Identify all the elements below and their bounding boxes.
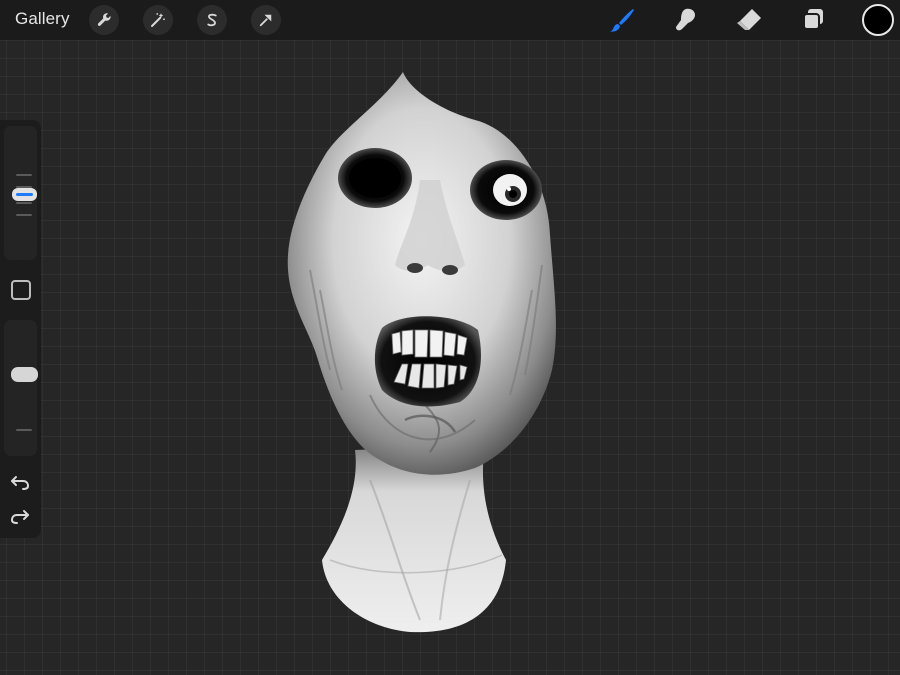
redo-button[interactable] (9, 506, 31, 526)
left-sidebar (0, 120, 41, 538)
undo-icon (11, 476, 30, 490)
magic-wand-icon (151, 13, 165, 27)
opacity-slider[interactable] (4, 320, 38, 456)
eraser-tool-button[interactable] (733, 4, 765, 36)
transform-button[interactable] (251, 5, 281, 35)
actions-button[interactable] (89, 5, 119, 35)
smudge-tool-button[interactable] (670, 4, 702, 36)
arrow-cursor-icon (259, 14, 272, 27)
gallery-button[interactable]: Gallery (15, 9, 70, 29)
brush-size-thumb[interactable] (12, 188, 37, 201)
top-toolbar: Gallery (0, 0, 900, 40)
opacity-thumb[interactable] (11, 367, 38, 382)
size-tick (16, 214, 32, 216)
wrench-icon (97, 13, 111, 26)
brush-tool-button[interactable] (606, 4, 638, 36)
procreate-app: Gallery (0, 0, 900, 675)
size-indicator (16, 193, 33, 196)
selection-button[interactable] (197, 5, 227, 35)
drawing-canvas[interactable] (0, 0, 900, 675)
adjustments-button[interactable] (143, 5, 173, 35)
brush-size-slider[interactable] (4, 126, 37, 260)
color-picker-button[interactable] (862, 4, 894, 36)
redo-icon (10, 510, 29, 524)
smudge-finger-icon (676, 8, 695, 31)
modify-button[interactable] (11, 280, 31, 300)
eraser-icon (737, 9, 761, 30)
undo-button[interactable] (9, 472, 31, 492)
size-tick (16, 202, 32, 204)
layers-button[interactable] (797, 4, 829, 36)
selection-s-icon (207, 13, 217, 27)
layers-icon (803, 9, 823, 30)
opacity-tick (16, 429, 32, 431)
artwork-ghoul-face (287, 72, 556, 633)
size-tick (16, 174, 32, 176)
brush-icon (610, 9, 634, 32)
